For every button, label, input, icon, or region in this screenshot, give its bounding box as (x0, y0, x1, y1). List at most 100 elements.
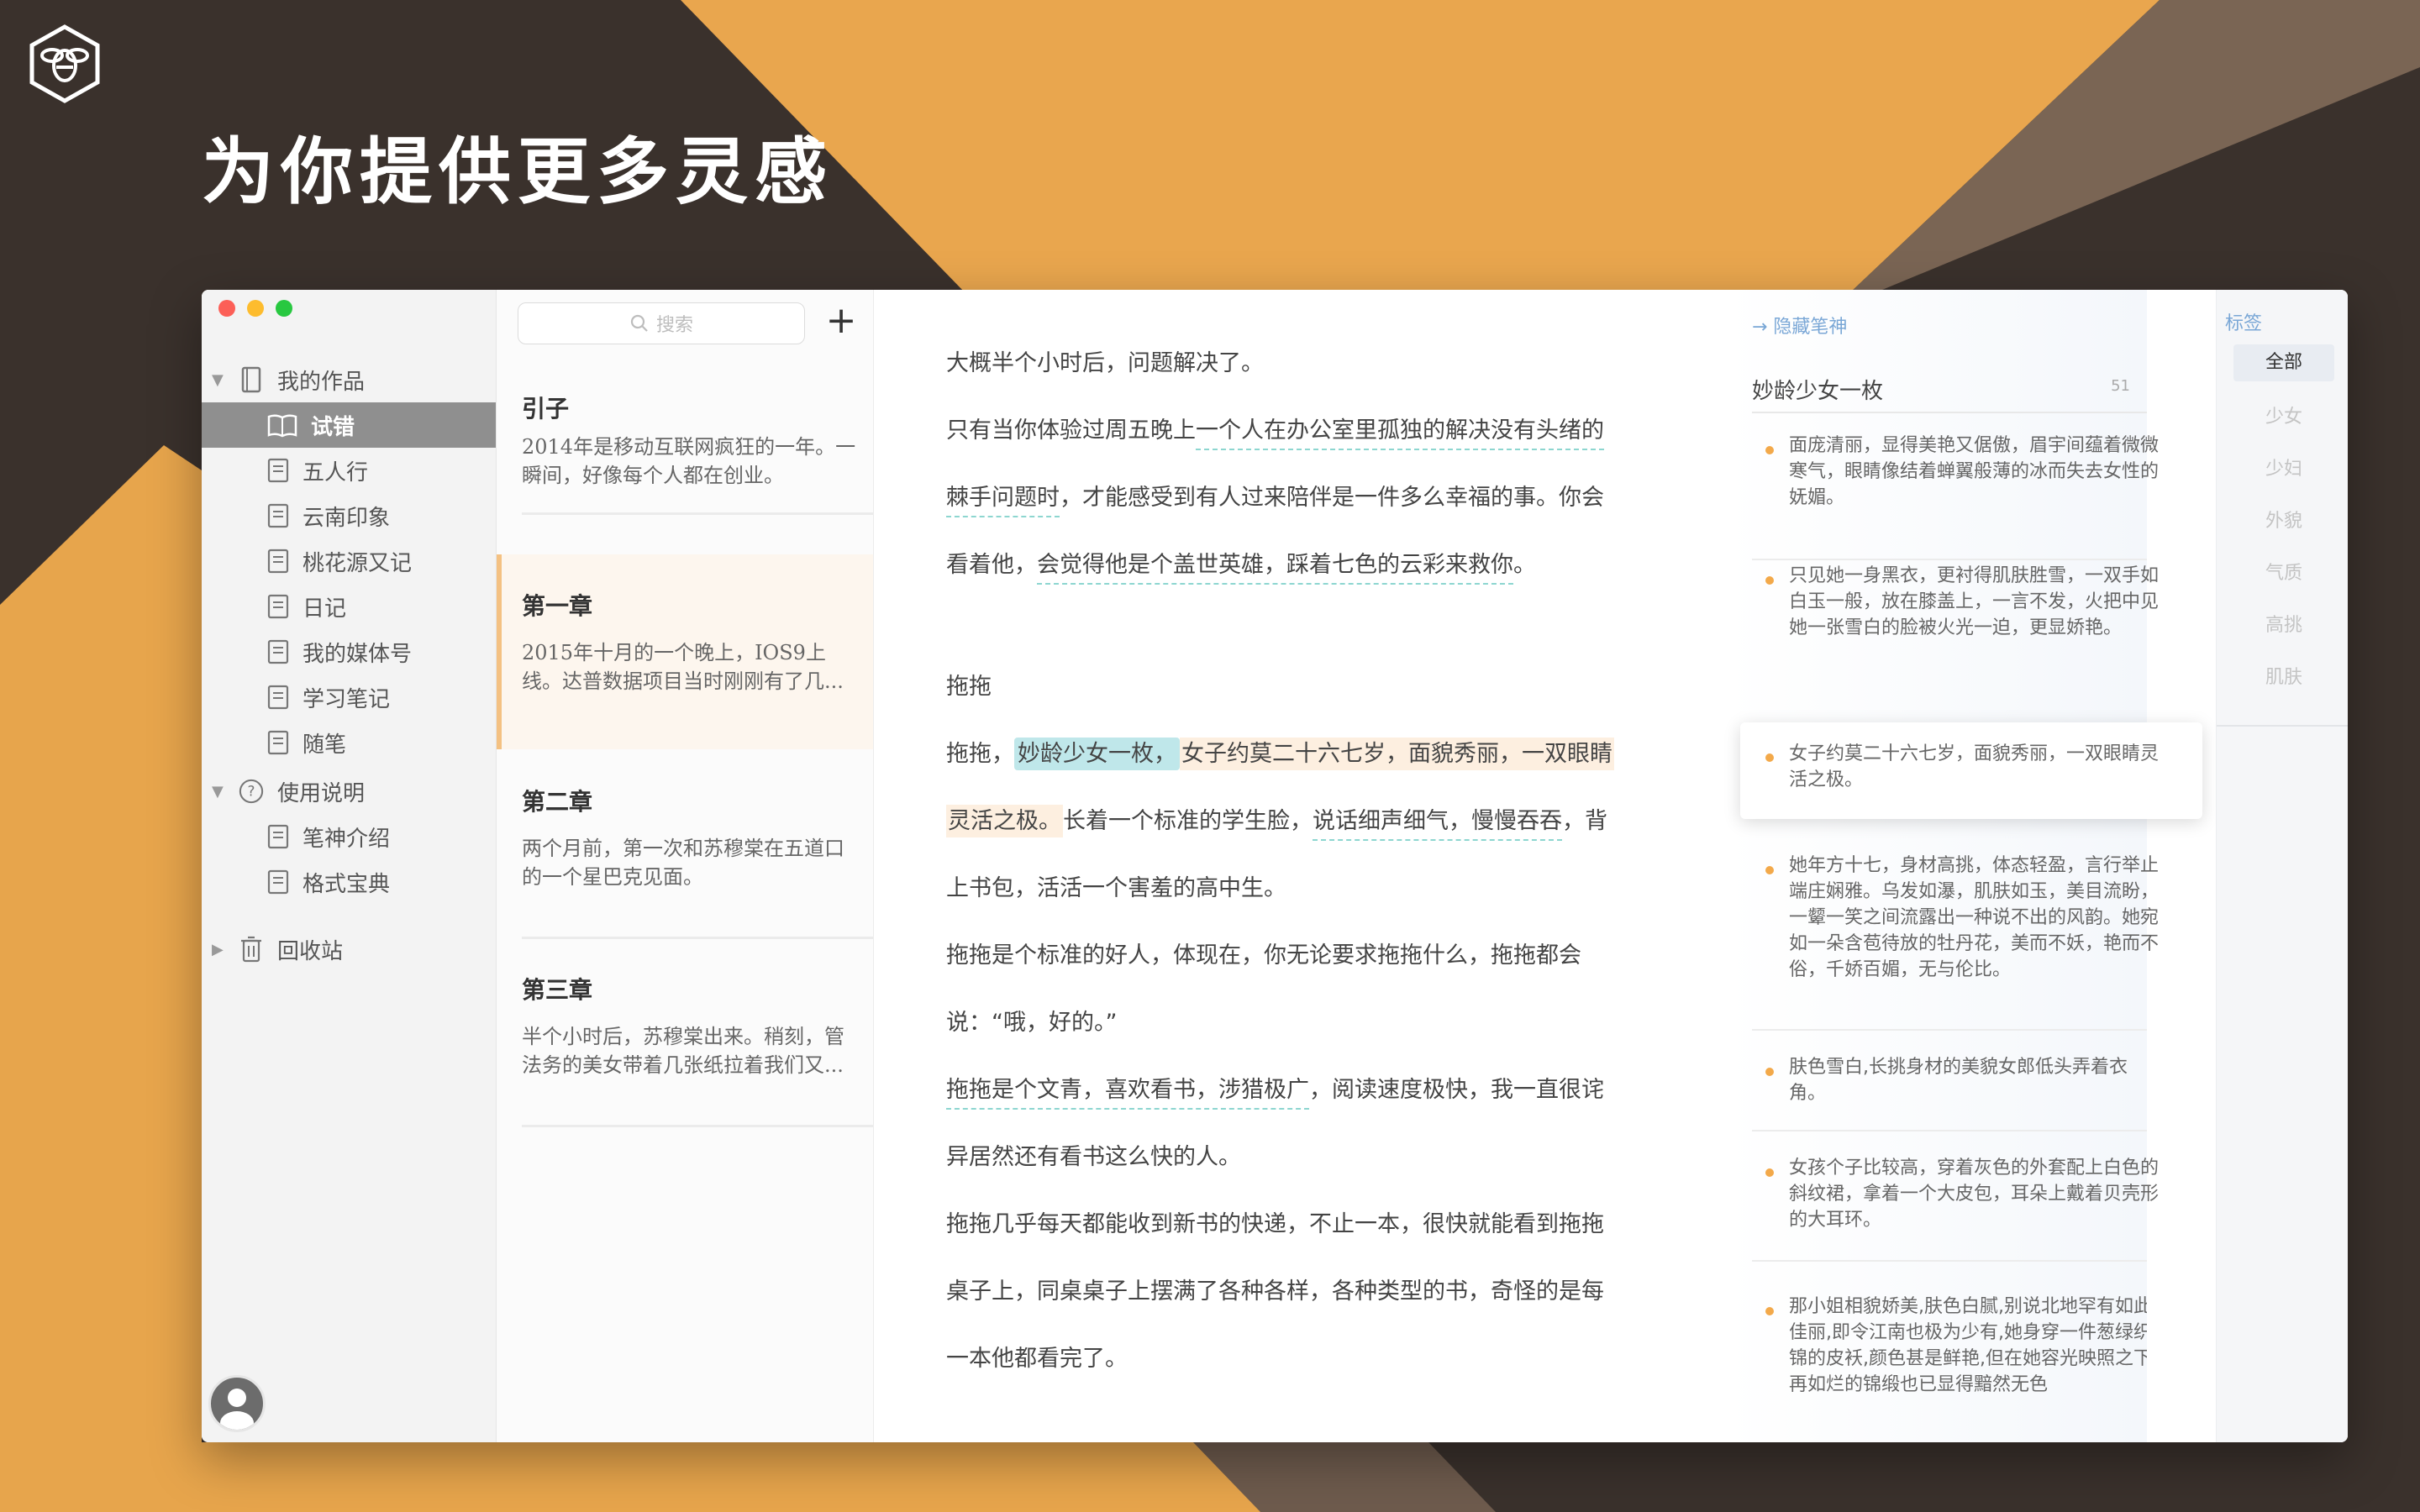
group-instructions[interactable]: ▼ ? 使用说明 (202, 769, 496, 814)
highlighted-sentence[interactable]: 女子约莫二十六七岁，面貌秀丽，一双眼睛 (1180, 738, 1614, 770)
svg-text:?: ? (248, 783, 255, 800)
text-run: 长着一个标准的学生脸， (1063, 808, 1313, 834)
sidebar-item-shicuo[interactable]: 试错 (202, 402, 496, 448)
bullet-dot (1765, 753, 1774, 762)
divider (522, 1125, 873, 1127)
book-icon (239, 365, 264, 394)
chapter-excerpt: 半个小时后，苏穆棠出来。稍刻，管法务的美女带着几张纸拉着我们又... (522, 1025, 844, 1077)
divider (1752, 412, 2147, 413)
editor-line[interactable]: 上书包，活活一个害羞的高中生。 (946, 869, 1618, 902)
tag-panel-title: 标签 (2225, 313, 2263, 334)
editor-line[interactable]: 拖拖几乎每天都能收到新书的快递，不止一本，很快就能看到拖拖 (946, 1205, 1618, 1238)
chapter-title: 第一章 (522, 592, 593, 620)
text-run-underlined: 一个人在办公室里孤独的解决没有头绪的 (1196, 417, 1604, 450)
sidebar-item-taohuayuan[interactable]: 桃花源又记 (202, 538, 496, 584)
tag-all[interactable]: 全部 (2233, 344, 2334, 381)
tag-shaonv[interactable]: 少女 (2233, 399, 2334, 436)
inspiration-entry[interactable]: 只见她一身黑衣，更衬得肌肤胜雪，一双手如白玉一般，放在膝盖上，一言不发，火把中见… (1752, 563, 2159, 714)
tag-qizhi[interactable]: 气质 (2233, 555, 2334, 592)
add-chapter-button[interactable]: + (823, 300, 860, 342)
sidebar-item-label: 笔神介绍 (302, 826, 391, 852)
avatar[interactable] (208, 1375, 266, 1432)
search-input[interactable]: 搜索 (518, 302, 805, 344)
text-run: 。 (1513, 552, 1536, 578)
editor-line[interactable]: 说：“哦，好的。” (946, 1004, 1618, 1037)
divider (1752, 1130, 2147, 1131)
works-tree: ▼ 我的作品 试错 五人行 云南印象 桃花源又记 日记 我的媒体号 学习笔记 随… (202, 357, 496, 972)
editor-line[interactable]: 棘手问题时，才能感受到有人过来陪伴是一件多么幸福的事。你会 (946, 479, 1618, 517)
chapter-card[interactable]: 引子 2014年是移动互联网疯狂的一年。一瞬间，好像每个人都在创业。 (497, 365, 873, 517)
tag-jifu[interactable]: 肌肤 (2233, 659, 2334, 696)
chevron-right-icon[interactable]: ▶ (212, 941, 229, 958)
sidebar-item-label: 学习笔记 (302, 686, 391, 712)
inspiration-entry[interactable]: 那小姐相貌娇美,肤色白腻,别说北地罕有如此佳丽,即令江南也极为少有,她身穿一件葱… (1752, 1294, 2147, 1436)
text-run-underlined: 棘手问题时 (946, 485, 1060, 517)
document-icon (267, 869, 289, 895)
chapter-list: 搜索 + 引子 2014年是移动互联网疯狂的一年。一瞬间，好像每个人都在创业。 … (497, 290, 874, 1442)
sidebar-item-format-guide[interactable]: 格式宝典 (202, 859, 496, 905)
divider (1752, 1029, 2147, 1031)
chapter-card[interactable]: 第三章 半个小时后，苏穆棠出来。稍刻，管法务的美女带着几张纸拉着我们又... (497, 938, 873, 1131)
search-placeholder: 搜索 (655, 315, 693, 336)
sidebar-item-bishen-intro[interactable]: 笔神介绍 (202, 814, 496, 859)
document-icon (267, 730, 289, 755)
chapter-card[interactable]: 第二章 两个月前，第一次和苏穆棠在五道口的一个星巴克见面。 (497, 750, 873, 943)
chapter-card-selected[interactable]: 第一章 2015年十月的一个晚上，IOS9上线。达普数据项目当时刚刚有了几... (497, 554, 873, 749)
sidebar-item-essay[interactable]: 随笔 (202, 720, 496, 765)
sidebar-item-wurenxing[interactable]: 五人行 (202, 448, 496, 493)
editor-line[interactable]: 拖拖是个文青，喜欢看书，涉猎极广，阅读速度极快，我一直很诧 (946, 1071, 1618, 1110)
sidebar-item-notes[interactable]: 学习笔记 (202, 675, 496, 720)
divider (1752, 1260, 2147, 1262)
tag-shaofu[interactable]: 少妇 (2233, 451, 2334, 488)
editor-line[interactable]: 灵活之极。长着一个标准的学生脸，说话细声细气，慢慢吞吞，背 (946, 802, 1618, 841)
highlighted-phrase[interactable]: 妙龄少女一枚， (1014, 738, 1180, 770)
document-icon (267, 458, 289, 483)
editor-line[interactable]: 异居然还有看书这么快的人。 (946, 1138, 1618, 1171)
chevron-down-icon[interactable]: ▼ (212, 783, 229, 801)
hide-bishen-button[interactable]: → 隐藏笔神 (1752, 312, 1847, 339)
close-window-button[interactable] (218, 300, 235, 317)
maximize-window-button[interactable] (276, 300, 292, 317)
editor-line[interactable]: 看着他，会觉得他是个盖世英雄，踩着七色的云彩来救你。 (946, 546, 1618, 585)
sidebar-item-riji[interactable]: 日记 (202, 584, 496, 629)
inspiration-text: 面庞清丽，显得美艳又倨傲，眉宇间蕴着微微寒气，眼睛像结着蝉翼般薄的冰而失去女性的… (1789, 435, 2160, 508)
page-headline: 为你提供更多灵感 (202, 130, 834, 214)
inspiration-entry[interactable]: 她年方十七，身材高挑，体态轻盈，言行举止端庄娴雅。乌发如瀑，肌肤如玉，美目流盼，… (1752, 853, 2159, 1037)
divider (1752, 559, 2147, 560)
inspiration-heading: 妙龄少女一枚 51 (1752, 374, 2147, 405)
group-label: 回收站 (277, 938, 344, 964)
minimize-window-button[interactable] (247, 300, 264, 317)
sidebar-item-media[interactable]: 我的媒体号 (202, 629, 496, 675)
editor-line[interactable]: 拖拖 (946, 668, 1618, 701)
highlighted-sentence[interactable]: 灵活之极。 (946, 805, 1063, 837)
tag-waimao[interactable]: 外貌 (2233, 503, 2334, 540)
inspiration-entry[interactable]: 女孩个子比较高，穿着灰色的外套配上白色的斜纹裙，拿着一个大皮包，耳朵上戴着贝壳形… (1752, 1155, 2159, 1264)
inspiration-entry-selected[interactable]: 女子约莫二十六七岁，面貌秀丽，一双眼睛灵活之极。 (1740, 722, 2202, 819)
bee-logo-icon (27, 24, 103, 104)
group-trash[interactable]: ▶ 回收站 (202, 927, 496, 972)
editor-line[interactable]: 桌子上，同桌桌子上摆满了各种各样，各种类型的书，奇怪的是每 (946, 1273, 1618, 1305)
inspiration-entry[interactable]: 面庞清丽，显得美艳又倨傲，眉宇间蕴着微微寒气，眼睛像结着蝉翼般薄的冰而失去女性的… (1752, 433, 2159, 567)
sidebar-item-label: 云南印象 (302, 505, 391, 531)
group-my-works[interactable]: ▼ 我的作品 (202, 357, 496, 402)
sidebar-item-label: 随笔 (302, 732, 347, 758)
tag-gaotiao[interactable]: 高挑 (2233, 607, 2334, 644)
document-icon (267, 503, 289, 528)
divider (2217, 725, 2348, 727)
editor-line[interactable]: 只有当你体验过周五晚上一个人在办公室里孤独的解决没有头绪的 (946, 412, 1618, 450)
document-icon (267, 685, 289, 710)
editor-line[interactable]: 拖拖是个标准的好人，体现在，你无论要求拖拖什么，拖拖都会 (946, 937, 1618, 969)
bullet-dot (1765, 446, 1774, 454)
inspiration-entry[interactable]: 肤色雪白,长挑身材的美貌女郎低头弄着衣角。 (1752, 1054, 2147, 1138)
editor-line[interactable]: 大概半个小时后，问题解决了。 (946, 344, 1618, 377)
document-icon (267, 549, 289, 574)
help-icon: ? (239, 777, 264, 806)
bullet-dot (1765, 1307, 1774, 1315)
sidebar-item-label: 桃花源又记 (302, 550, 413, 576)
editor-line[interactable]: 一本他都看完了。 (946, 1340, 1618, 1373)
editor-line[interactable]: 拖拖， 妙龄少女一枚， 女子约莫二十六七岁，面貌秀丽，一双眼睛 (946, 735, 1618, 770)
chevron-down-icon[interactable]: ▼ (212, 371, 229, 389)
sidebar-item-label: 日记 (302, 596, 347, 622)
sidebar-item-yunnan[interactable]: 云南印象 (202, 493, 496, 538)
sidebar-item-label: 试错 (311, 414, 355, 440)
